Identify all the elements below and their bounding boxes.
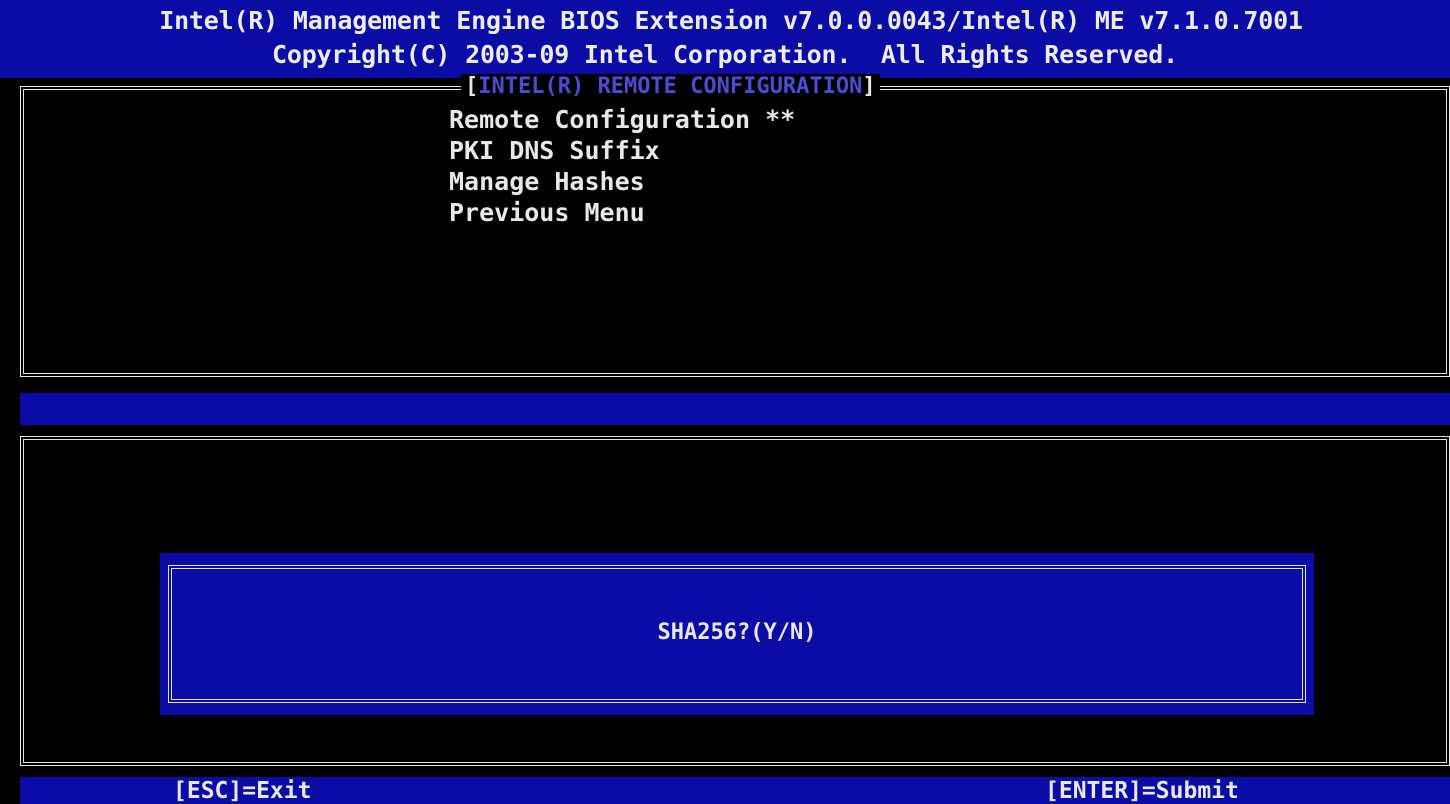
menu-list: Remote Configuration ** PKI DNS Suffix M… (449, 104, 795, 228)
menu-item-previous-menu[interactable]: Previous Menu (449, 197, 795, 228)
panel-title-text: INTEL(R) REMOTE CONFIGURATION (478, 74, 863, 99)
esc-exit-hint[interactable]: [ESC]=Exit (173, 778, 311, 804)
prompt-text[interactable]: SHA256?(Y/N) (0, 620, 1450, 645)
panel-title: [INTEL(R) REMOTE CONFIGURATION] (461, 74, 880, 99)
header-copyright: Copyright(C) 2003-09 Intel Corporation. … (272, 40, 1178, 69)
panel-title-open: [ (465, 74, 479, 99)
menu-item-manage-hashes[interactable]: Manage Hashes (449, 166, 795, 197)
panel-title-close: ] (862, 74, 876, 99)
menu-item-pki-dns-suffix[interactable]: PKI DNS Suffix (449, 135, 795, 166)
status-bar (20, 393, 1450, 425)
menu-item-remote-configuration[interactable]: Remote Configuration ** (449, 104, 795, 135)
enter-submit-hint[interactable]: [ENTER]=Submit (1045, 778, 1239, 804)
header-title: Intel(R) Management Engine BIOS Extensio… (159, 6, 1303, 35)
